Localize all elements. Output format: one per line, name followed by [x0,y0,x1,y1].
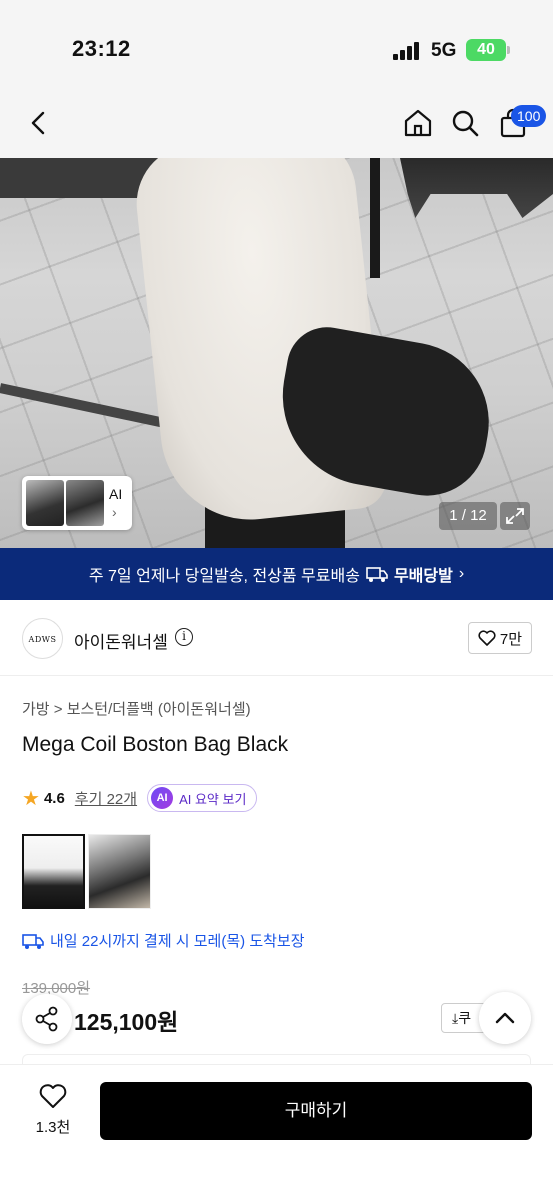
truck-icon [366,567,388,582]
sale-price: 125,100원 [74,1009,179,1035]
ai-summary-button[interactable]: AI AI 요약 보기 [147,784,258,812]
like-count: 7만 [499,630,523,648]
image-counter: 1 / 12 [439,502,497,530]
heart-icon [39,1084,67,1108]
rating-score: 4.6 [43,789,65,807]
back-icon[interactable] [22,106,56,140]
cart-count-badge: 100 [511,105,547,127]
breadcrumb[interactable]: 가방 > 보스턴/더플백 (아이돈워너셀) [22,698,251,719]
expand-icon[interactable] [500,502,530,530]
product-title: Mega Coil Boston Bag Black [22,733,289,756]
ai-similar-thumbnail[interactable]: AI › [22,476,132,530]
truck-icon [22,933,44,949]
ai-summary-label: AI 요약 보기 [179,791,247,807]
chevron-right-icon: › [458,565,465,582]
reviews-link[interactable]: 후기 22개 [75,788,137,809]
buy-button[interactable]: 구매하기 [100,1082,532,1140]
scroll-top-icon[interactable] [479,992,531,1044]
heart-icon [478,630,496,646]
store-like-button[interactable]: 7만 [468,622,532,654]
arrival-text: 내일 22시까지 결제 시 모레(목) 도착보장 [50,933,305,950]
status-bar: 23:12 5G 40 [0,0,553,96]
share-icon[interactable] [22,994,72,1044]
seller-name[interactable]: 아이돈워너셀 [74,628,168,653]
banner-text: 주 7일 언제나 당일발송, 전상품 무료배송 [88,568,360,585]
wishlist-button[interactable]: 1.3천 [22,1083,84,1137]
ai-label: AI [109,486,123,502]
star-icon: ★ [22,787,40,810]
banner-brand: 무배당발 [393,568,453,585]
info-icon[interactable]: i [175,628,193,646]
home-icon[interactable] [401,106,435,140]
chevron-right-icon: › [112,504,117,520]
network-label: 5G [431,40,457,61]
top-nav [0,96,553,158]
battery-icon: 40 [466,39,510,61]
seller-logo: ADWS [22,618,63,659]
signal-icon [393,42,421,60]
option-thumbnail-1[interactable] [22,834,85,909]
ai-badge-icon: AI [151,787,174,809]
delivery-banner[interactable]: 주 7일 언제나 당일발송, 전상품 무료배송 무배당발 › [0,548,553,600]
arrival-guarantee[interactable]: 내일 22시까지 결제 시 모레(목) 도착보장 [22,930,305,951]
bottom-action-bar: 1.3천 구매하기 [0,1064,553,1200]
wishlist-count: 1.3천 [35,1119,71,1136]
rating-row: ★ 4.6 후기 22개 AI AI 요약 보기 [22,784,258,812]
search-icon[interactable] [448,106,482,140]
coupon-label: 쿠 [458,1010,472,1026]
status-time: 23:12 [72,36,131,61]
option-thumbnail-2[interactable] [88,834,151,909]
